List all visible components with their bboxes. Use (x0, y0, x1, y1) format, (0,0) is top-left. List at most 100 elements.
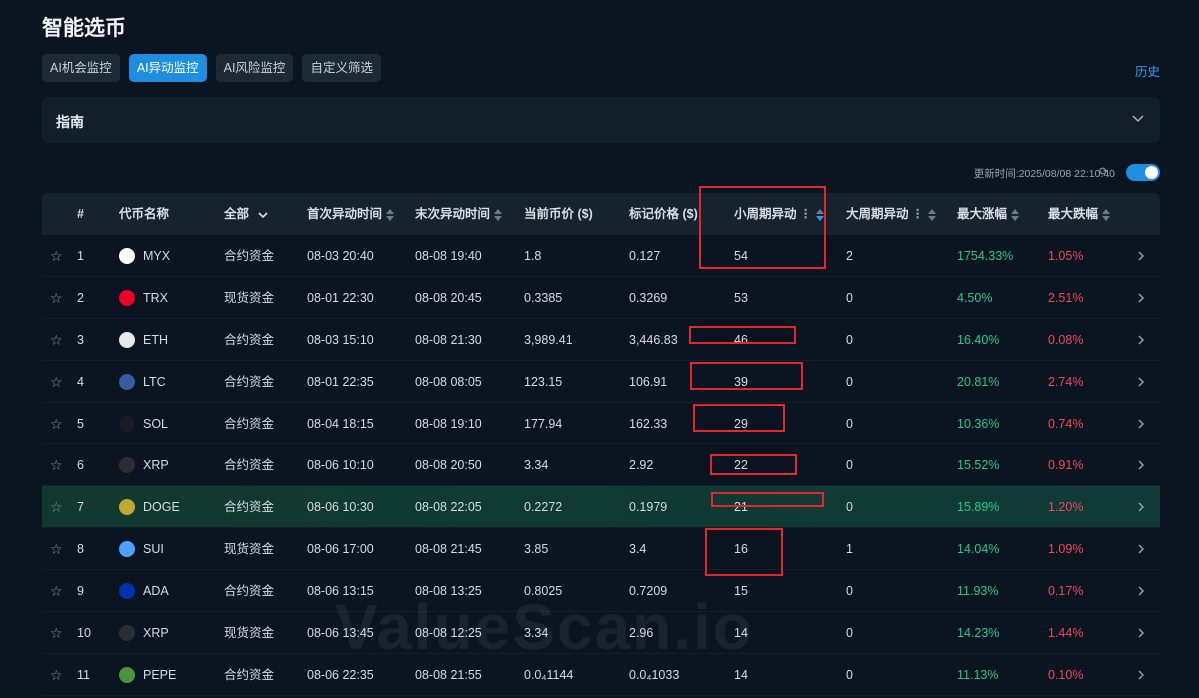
chevron-right-icon[interactable] (1136, 376, 1146, 388)
cell-max-gain: 4.50% (957, 290, 993, 305)
refresh-icon[interactable]: ⟳ (1099, 166, 1111, 178)
star-icon[interactable]: ☆ (50, 249, 64, 263)
cell-max-drop: 0.17% (1048, 584, 1084, 599)
cell-small-cycle: 14 (734, 667, 748, 682)
table-row[interactable]: ☆ 10 XRP 现货资金 08-06 13:45 08-08 12:25 3.34 2.96… (42, 612, 1160, 654)
cell-small-cycle: 22 (734, 458, 748, 473)
table-header: # 代币名称 全部 首次异动时间 末次异动时间 当前币价 ($) 标记价格 ($… (42, 193, 1160, 235)
cell-max-gain: 15.89% (957, 500, 1000, 515)
chevron-right-icon[interactable] (1136, 627, 1146, 639)
cell-max-gain: 1754.33% (957, 249, 1014, 263)
cell-last-time: 08-08 08:05 (415, 374, 482, 389)
header-small-cycle[interactable]: 小周期异动 ⋮ (734, 193, 825, 235)
header-big-cycle[interactable]: 大周期异动 ⋮ (846, 193, 937, 235)
header-first-time-label: 首次异动时间 (307, 207, 383, 221)
cell-last-time: 08-08 21:30 (415, 332, 482, 347)
star-icon[interactable]: ☆ (50, 626, 64, 640)
star-icon[interactable]: ☆ (50, 584, 64, 598)
cell-index: 5 (77, 416, 84, 431)
table-row[interactable]: ☆ 1 MYX 合约资金 08-03 20:40 08-08 19:40 1.8 0.127 5… (42, 235, 1160, 277)
cell-max-gain: 14.23% (957, 626, 1000, 641)
cell-index: 9 (77, 584, 84, 599)
tab-custom-filter[interactable]: 自定义筛选 (302, 54, 381, 82)
cell-mark-price: 0.0₄1033 (629, 667, 680, 682)
sort-icon (1102, 208, 1111, 221)
chevron-right-icon[interactable] (1136, 669, 1146, 681)
cell-max-gain: 16.40% (957, 332, 1000, 347)
auto-refresh-toggle[interactable] (1126, 164, 1160, 181)
ltc-icon (119, 373, 135, 390)
star-icon[interactable]: ☆ (50, 417, 64, 431)
cell-fund-type: 合约资金 (224, 584, 275, 599)
info-icon: ⋮ (799, 207, 813, 221)
cell-price: 3,989.41 (524, 332, 573, 347)
header-filter-label: 全部 (224, 207, 250, 221)
cell-price: 3.34 (524, 458, 549, 473)
cell-first-time: 08-06 13:45 (307, 626, 374, 641)
table-row[interactable]: ☆ 2 TRX 现货资金 08-01 22:30 08-08 20:45 0.3385 0.3… (42, 277, 1160, 319)
tab-ai-risk[interactable]: AI风险监控 (215, 54, 294, 82)
cell-last-time: 08-08 20:50 (415, 458, 482, 473)
pepe-icon (119, 666, 135, 683)
chevron-right-icon[interactable] (1136, 585, 1146, 597)
cell-first-time: 08-01 22:30 (307, 290, 374, 305)
star-icon[interactable]: ☆ (50, 500, 64, 514)
cell-last-time: 08-08 21:45 (415, 542, 482, 557)
chevron-right-icon[interactable] (1136, 501, 1146, 513)
cell-index: 1 (77, 249, 84, 263)
anomaly-table: # 代币名称 全部 首次异动时间 末次异动时间 当前币价 ($) 标记价格 ($… (42, 193, 1160, 696)
chevron-right-icon[interactable] (1136, 250, 1146, 262)
table-row[interactable]: ☆ 7 DOGE 合约资金 08-06 10:30 08-08 22:05 0.2272 0.… (42, 486, 1160, 529)
header-filter-dropdown[interactable]: 全部 (224, 193, 269, 235)
table-row[interactable]: ☆ 6 XRP 合约资金 08-06 10:10 08-08 20:50 3.34 2.92 2… (42, 444, 1160, 487)
header-first-time[interactable]: 首次异动时间 (307, 193, 395, 235)
chevron-right-icon[interactable] (1136, 543, 1146, 555)
cell-big-cycle: 1 (846, 542, 853, 557)
cell-small-cycle: 16 (734, 542, 748, 557)
cell-price: 0.8025 (524, 584, 563, 599)
header-max-gain[interactable]: 最大涨幅 (957, 193, 1020, 235)
table-row[interactable]: ☆ 4 LTC 合约资金 08-01 22:35 08-08 08:05 123.15 106… (42, 361, 1160, 403)
chevron-right-icon[interactable] (1136, 459, 1146, 471)
cell-big-cycle: 0 (846, 626, 853, 641)
cell-first-time: 08-01 22:35 (307, 374, 374, 389)
cell-max-drop: 1.20% (1048, 500, 1084, 515)
star-icon[interactable]: ☆ (50, 333, 64, 347)
cell-big-cycle: 0 (846, 584, 853, 599)
cell-fund-type: 合约资金 (224, 416, 275, 431)
cell-price: 0.2272 (524, 500, 563, 515)
star-icon[interactable]: ☆ (50, 542, 64, 556)
table-row[interactable]: ☆ 11 PEPE 合约资金 08-06 22:35 08-08 21:55 0.0₄114… (42, 654, 1160, 696)
chevron-down-icon (1132, 115, 1144, 123)
chevron-right-icon[interactable] (1136, 334, 1146, 346)
guide-panel[interactable]: 指南 (42, 97, 1160, 143)
sol-icon (119, 415, 135, 432)
cell-max-gain: 14.04% (957, 542, 1000, 557)
table-row[interactable]: ☆ 5 SOL 合约资金 08-04 18:15 08-08 19:10 177.94 162… (42, 403, 1160, 445)
history-link[interactable]: 历史 (1135, 61, 1160, 80)
star-icon[interactable]: ☆ (50, 668, 64, 682)
xrp-icon (119, 457, 135, 474)
star-icon[interactable]: ☆ (50, 458, 64, 472)
header-max-drop[interactable]: 最大跌幅 (1048, 193, 1111, 235)
cell-max-gain: 11.93% (957, 584, 999, 599)
chevron-right-icon[interactable] (1136, 292, 1146, 304)
sort-icon (1011, 208, 1020, 221)
cell-mark-price: 106.91 (629, 374, 668, 389)
table-row[interactable]: ☆ 9 ADA 合约资金 08-06 13:15 08-08 13:25 0.8025 0.7… (42, 570, 1160, 613)
tab-ai-opportunity[interactable]: AI机会监控 (42, 54, 120, 82)
cell-fund-type: 现货资金 (224, 290, 275, 305)
cell-fund-type: 合约资金 (224, 374, 275, 389)
cell-first-time: 08-03 20:40 (307, 249, 374, 263)
cell-first-time: 08-03 15:10 (307, 332, 374, 347)
chevron-right-icon[interactable] (1136, 418, 1146, 430)
tab-ai-anomaly[interactable]: AI异动监控 (128, 54, 207, 82)
table-row[interactable]: ☆ 8 SUI 现货资金 08-06 17:00 08-08 21:45 3.85 3.4 16… (42, 528, 1160, 571)
star-icon[interactable]: ☆ (50, 291, 64, 305)
table-row[interactable]: ☆ 3 ETH 合约资金 08-03 15:10 08-08 21:30 3,989.41 3… (42, 319, 1160, 361)
star-icon[interactable]: ☆ (50, 375, 64, 389)
cell-max-drop: 0.74% (1048, 416, 1084, 431)
cell-price: 3.34 (524, 626, 549, 641)
sort-icon (494, 208, 503, 221)
header-last-time[interactable]: 末次异动时间 (415, 193, 503, 235)
